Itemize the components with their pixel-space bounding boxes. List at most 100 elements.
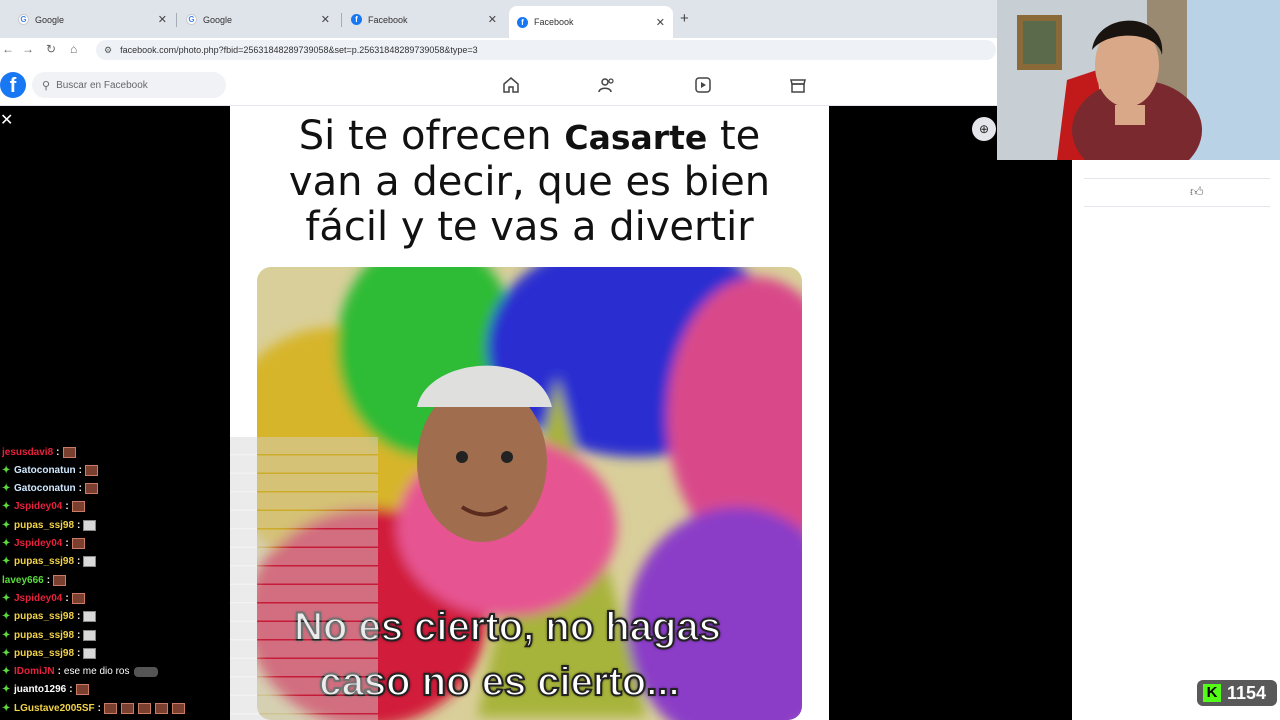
tab-facebook-active[interactable]: f Facebook ✕ xyxy=(509,6,673,38)
chat-colon: : xyxy=(78,464,83,476)
chat-badge-icon: ✦ xyxy=(2,464,11,476)
chat-message: jesusdavi8: xyxy=(2,443,80,461)
chat-badge-icon: ✦ xyxy=(2,611,11,623)
home-icon[interactable]: ⌂ xyxy=(70,42,77,56)
chat-badge-icon: ✦ xyxy=(2,684,11,696)
chat-emote-icon xyxy=(71,592,85,604)
chat-emote-icon xyxy=(137,702,151,714)
webcam-feed xyxy=(997,0,1280,160)
chat-badge-icon: ✦ xyxy=(2,629,11,641)
forward-icon[interactable]: → xyxy=(22,42,34,56)
close-tab-icon[interactable]: ✕ xyxy=(158,13,167,26)
chat-colon: : xyxy=(65,501,69,513)
chat-colon: : xyxy=(65,538,69,549)
chat-colon: : xyxy=(77,647,81,659)
reload-icon[interactable]: ↻ xyxy=(46,42,56,56)
chat-colon: : xyxy=(46,574,51,586)
chat-badge-icon: ✦ xyxy=(2,483,11,495)
tab-separator xyxy=(176,13,177,27)
chat-username[interactable]: LGustave2005SF xyxy=(14,703,95,714)
chat-badge-icon: ✦ xyxy=(2,556,11,568)
close-tab-icon[interactable]: ✕ xyxy=(656,16,665,29)
chat-message: ✦ Jspidey04: xyxy=(2,589,89,607)
chat-username[interactable]: Gatoconatun xyxy=(14,483,76,494)
chat-badge-icon: ✦ xyxy=(2,702,11,714)
like-icon[interactable]: 👍︎ xyxy=(1190,184,1204,200)
chat-emote-icon xyxy=(83,629,97,641)
chat-badge-icon: ✦ xyxy=(2,501,11,513)
chat-emote-icon xyxy=(154,702,168,714)
new-tab-button[interactable]: + xyxy=(680,10,689,27)
divider xyxy=(1084,206,1270,207)
tab-facebook-1[interactable]: f Facebook ✕ xyxy=(343,7,505,32)
chat-username[interactable]: juanto1296 xyxy=(14,684,66,695)
google-icon: G xyxy=(186,14,197,25)
chat-username[interactable]: pupas_ssj98 xyxy=(14,611,74,622)
chat-username[interactable]: pupas_ssj98 xyxy=(14,556,74,567)
chat-emote-icon xyxy=(133,666,158,677)
chat-emote-icon xyxy=(53,574,67,586)
chat-emote-icon xyxy=(120,702,134,714)
kick-logo-icon: K xyxy=(1203,684,1221,702)
chat-badge-icon: ✦ xyxy=(2,519,11,531)
chat-username[interactable]: jesusdavi8 xyxy=(2,447,53,458)
chat-badge-icon: ✦ xyxy=(2,592,11,604)
chat-username[interactable]: Gatoconatun xyxy=(14,465,76,476)
chat-message: ✦ pupas_ssj98: xyxy=(2,644,100,662)
close-tab-icon[interactable]: ✕ xyxy=(321,13,330,26)
chat-badge-icon: ✦ xyxy=(2,666,11,678)
tab-label: Google xyxy=(35,14,65,25)
tab-google-2[interactable]: G Google ✕ xyxy=(178,7,338,32)
chat-colon: : xyxy=(97,702,101,714)
facebook-logo[interactable]: f xyxy=(0,72,26,98)
chat-username[interactable]: Jspidey04 xyxy=(14,538,62,549)
chat-emote-icon xyxy=(83,611,97,623)
chat-username[interactable]: lavey666 xyxy=(2,575,44,586)
chat-text: ese me dio ros xyxy=(63,666,130,678)
chat-emote-icon xyxy=(71,501,85,513)
chat-message: ✦ Gatoconatun: xyxy=(2,480,102,498)
webcam-image xyxy=(997,0,1280,160)
viewer-counter: K 1154 xyxy=(1197,680,1277,706)
chat-username[interactable]: pupas_ssj98 xyxy=(14,630,74,641)
chat-message: ✦ pupas_ssj98: xyxy=(2,553,100,571)
chat-username[interactable]: IDomiJN xyxy=(14,666,55,677)
chat-colon: : xyxy=(57,666,61,678)
chat-username[interactable]: pupas_ssj98 xyxy=(14,520,74,531)
chat-message: ✦ Jspidey04: xyxy=(2,498,89,516)
caption-part1: Si te ofrecen xyxy=(298,113,552,159)
meme-caption: Si te ofrecen Casarte te van a decir, qu… xyxy=(230,114,829,250)
chat-message: ✦ IDomiJN: ese me dio ros xyxy=(2,663,158,681)
zoom-in-icon[interactable]: ⊕ xyxy=(972,117,996,141)
site-info-icon[interactable]: ⚙ xyxy=(104,45,112,56)
home-icon[interactable] xyxy=(501,75,521,95)
browser-toolbar: ← → ↻ ⌂ ⚙ facebook.com/photo.php?fbid=25… xyxy=(0,38,1000,62)
chat-username[interactable]: Jspidey04 xyxy=(14,501,62,512)
tab-label: Facebook xyxy=(368,14,408,25)
video-icon[interactable] xyxy=(693,75,713,95)
right-panel: 👍︎ xyxy=(1072,160,1280,720)
chat-emote-icon xyxy=(62,446,76,458)
chat-emote-icon xyxy=(75,684,89,696)
facebook-header: f ⚲ Buscar en Facebook xyxy=(0,62,1000,106)
close-tab-icon[interactable]: ✕ xyxy=(488,13,497,26)
caption-line2: van a decir, que es bien xyxy=(288,159,771,205)
chat-message: ✦ pupas_ssj98: xyxy=(2,626,100,644)
caption-part2: te xyxy=(719,113,761,159)
close-icon[interactable]: ✕ xyxy=(0,112,14,130)
chat-colon: : xyxy=(77,611,81,623)
chat-username[interactable]: Jspidey04 xyxy=(14,593,62,604)
friends-icon[interactable] xyxy=(597,75,617,95)
address-url: facebook.com/photo.php?fbid=256318482897… xyxy=(120,45,478,55)
tab-google-1[interactable]: G Google ✕ xyxy=(10,7,175,32)
chat-message: ✦ Gatoconatun: xyxy=(2,461,102,479)
marketplace-icon[interactable] xyxy=(788,75,808,95)
facebook-search[interactable]: ⚲ Buscar en Facebook xyxy=(32,72,226,98)
chat-username[interactable]: pupas_ssj98 xyxy=(14,648,74,659)
tab-label: Facebook xyxy=(534,17,574,27)
chat-colon: : xyxy=(56,446,60,458)
back-icon[interactable]: ← xyxy=(2,42,14,56)
chat-message: ✦ pupas_ssj98: xyxy=(2,608,100,626)
address-bar[interactable]: ⚙ facebook.com/photo.php?fbid=2563184828… xyxy=(96,40,996,60)
chat-emote-icon xyxy=(85,464,99,476)
